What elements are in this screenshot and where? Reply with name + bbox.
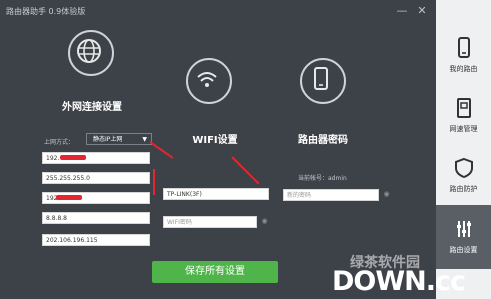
wifi-title: WIFI设置 [192, 135, 238, 146]
wan-mode-select[interactable]: 静态IP上网 ▼ [86, 133, 152, 145]
annotation-arrow [149, 141, 174, 159]
phone-icon [300, 58, 346, 104]
eye-icon[interactable]: ◉ [382, 190, 391, 199]
app-title: 路由器助手 0.9体验版 [6, 7, 86, 16]
sidebar-item-label: 路由防护 [449, 185, 478, 193]
sidebar: 我的路由 网速管理 路由防护 路由设置 [436, 0, 491, 299]
sidebar-item-settings[interactable]: 路由设置 [436, 205, 491, 269]
subnet-mask-field[interactable]: 255.255.255.0 [42, 172, 150, 184]
globe-icon [68, 30, 114, 76]
redaction-mark [60, 155, 86, 160]
wifi-ssid-field[interactable]: TP-LINK(3F) [163, 188, 269, 200]
sidebar-item-label: 路由设置 [449, 246, 478, 254]
shield-icon [455, 157, 473, 179]
annotation-arrow [153, 169, 155, 195]
sidebar-item-label: 网速管理 [449, 125, 478, 133]
wifi-password-field[interactable]: WIFI密码 [163, 216, 257, 228]
sidebar-item-label: 我的路由 [449, 65, 478, 73]
wan-title: 外网连接设置 [62, 102, 122, 113]
redaction-mark [56, 195, 82, 200]
watermark: 绿茶软件园 DOWN.cc [312, 252, 466, 297]
secondary-dns-field[interactable]: 202.106.196.115 [42, 234, 150, 246]
sidebar-item-speed[interactable]: 网速管理 [436, 84, 491, 148]
phone-icon [458, 37, 470, 58]
ip-address-field[interactable]: 192. [42, 152, 150, 164]
wifi-icon [186, 58, 232, 104]
router-password-title: 路由器密码 [298, 135, 348, 146]
sidebar-item-my-router[interactable]: 我的路由 [436, 24, 491, 88]
sliders-icon [457, 221, 471, 237]
primary-dns-field[interactable]: 8.8.8.8 [42, 212, 150, 224]
title-bar: 路由器助手 0.9体验版 — ✕ [0, 0, 436, 22]
sidebar-item-protection[interactable]: 路由防护 [436, 144, 491, 208]
watermark-en: DOWN.cc [332, 266, 466, 297]
eye-icon[interactable]: ◉ [260, 217, 269, 226]
window-controls: — ✕ [375, 4, 435, 18]
device-icon [457, 98, 471, 118]
chevron-down-icon: ▼ [142, 136, 147, 143]
close-button[interactable]: ✕ [415, 4, 429, 18]
current-account-label: 当前帐号：admin [298, 175, 347, 182]
wan-mode-label: 上网方式： [44, 139, 75, 146]
save-all-button[interactable]: 保存所有设置 [152, 261, 278, 283]
wan-mode-value: 静态IP上网 [93, 136, 123, 143]
minimize-button[interactable]: — [395, 4, 409, 18]
annotation-arrow [231, 156, 260, 185]
new-password-field[interactable]: 新的密码 [283, 189, 379, 201]
